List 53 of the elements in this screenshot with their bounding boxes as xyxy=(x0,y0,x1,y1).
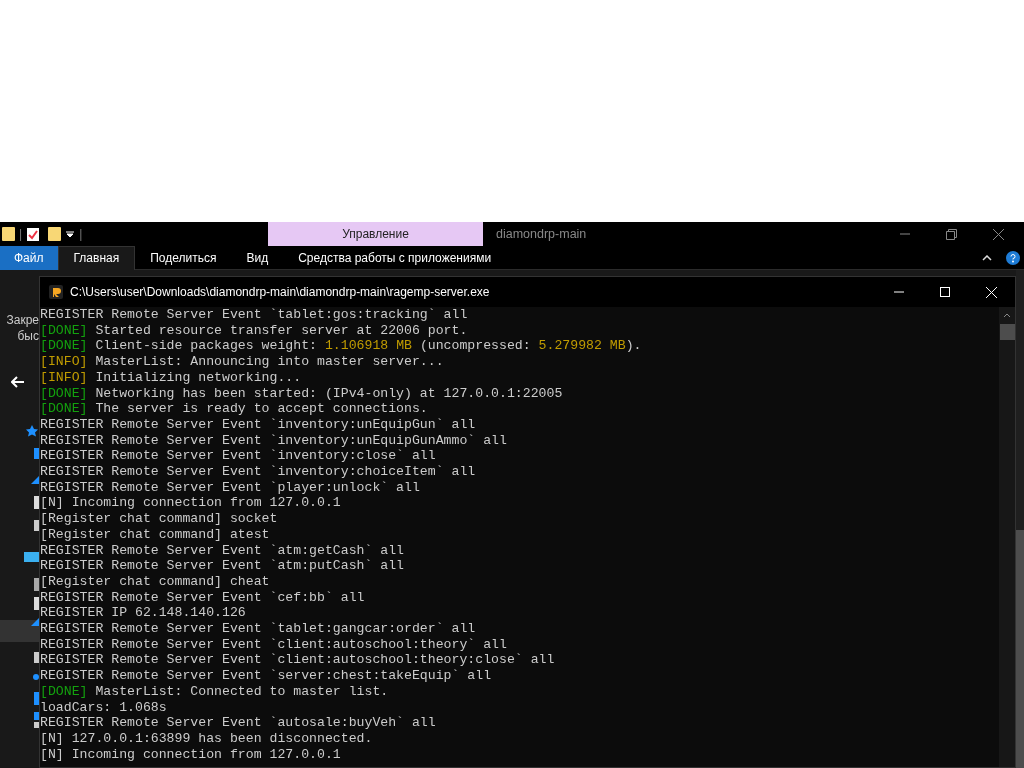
console-line: REGISTER Remote Server Event `player:unlock` all xyxy=(40,479,420,496)
ribbon-tab[interactable]: Вид xyxy=(231,245,284,270)
ribbon-tab[interactable]: Поделиться xyxy=(135,245,232,270)
console-line: [Register chat command] socket xyxy=(40,511,278,527)
restore-icon[interactable] xyxy=(946,228,957,240)
close-icon[interactable] xyxy=(993,228,1004,240)
console-line: [N] 127.0.0.1:63899 has been disconnected. xyxy=(40,731,373,747)
context-tab-header: Управление xyxy=(268,222,483,246)
ribbon-tab[interactable]: Файл xyxy=(0,245,58,270)
checklist-icon[interactable] xyxy=(26,226,41,242)
window-title: C:\Users\user\Downloads\diamondrp-main\diamondrp-main\ragemp-server.exe xyxy=(70,284,491,301)
pin-label[interactable]: быс xyxy=(17,328,39,344)
console-line: [DONE] Client-side packages weight: 1.106918 MB (uncompressed: 5.279982 MB). xyxy=(40,338,642,355)
console-line: [N] Incoming connection from 127.0.0.1 xyxy=(40,746,341,763)
console-line: REGISTER Remote Server Event `inventory:close` all xyxy=(40,448,436,465)
pin-label[interactable]: Закре xyxy=(6,312,39,328)
console-line: REGISTER Remote Server Event `atm:getCash` all xyxy=(40,542,405,559)
console-line: loadCars: 1.068s xyxy=(40,699,167,716)
console-line: [DONE] Networking has been started: (IPv4-only) at 127.0.0.1:22005 xyxy=(40,385,563,402)
collapse-ribbon-icon[interactable] xyxy=(982,254,992,261)
back-arrow-icon[interactable] xyxy=(11,376,25,388)
console-line: [N] Incoming connection from 127.0.0.1 xyxy=(40,495,341,512)
console-line: [Register chat command] cheat xyxy=(40,573,270,590)
console-line: REGISTER Remote Server Event `server:chest:takeEquip` all xyxy=(40,668,492,684)
maximize-icon[interactable] xyxy=(940,287,950,297)
scroll-up-icon[interactable] xyxy=(1003,313,1011,318)
console-line: [INFO] Initializing networking... xyxy=(40,369,302,386)
console-line: REGISTER Remote Server Event `client:autoschool:theory` all xyxy=(40,636,507,653)
console-line: REGISTER Remote Server Event `tablet:gangcar:order` all xyxy=(40,621,476,637)
window-title: diamondrp-main xyxy=(496,225,588,243)
scroll-thumb[interactable] xyxy=(999,324,1015,340)
console-line: [INFO] MasterList: Announcing into master server... xyxy=(40,354,444,370)
console-line: REGISTER Remote Server Event `inventory:choiceItem` all xyxy=(40,464,476,480)
console-line: REGISTER IP 62.148.140.126 xyxy=(40,605,246,622)
separator-glyph: | xyxy=(79,226,83,243)
dropdown-icon[interactable] xyxy=(65,229,76,239)
console-line: [Register chat command] atest xyxy=(40,526,270,543)
console-line: REGISTER Remote Server Event `inventory:unEquipGun` all xyxy=(40,416,476,433)
console-line: REGISTER Remote Server Event `client:autoschool:theory:close` all xyxy=(40,652,555,669)
selected-item-highlight[interactable] xyxy=(0,620,39,642)
console-line: REGISTER Remote Server Event `tablet:gos:tracking` all xyxy=(40,307,468,323)
ribbon-tab[interactable]: Средства работы с приложениями xyxy=(283,245,507,270)
separator-glyph: | xyxy=(19,226,23,243)
console-line: [DONE] MasterList: Connected to master list. xyxy=(40,683,389,700)
console-line: [DONE] Started resource transfer server at 22006 port. xyxy=(40,322,468,339)
console-line: REGISTER Remote Server Event `autosale:buyVeh` all xyxy=(40,715,436,731)
console-line: REGISTER Remote Server Event `inventory:unEquipGunAmmo` all xyxy=(40,432,507,449)
console-line: REGISTER Remote Server Event `atm:putCash` all xyxy=(40,558,405,574)
folder-icon[interactable] xyxy=(48,227,62,241)
help-icon[interactable] xyxy=(1006,250,1020,265)
console-line: REGISTER Remote Server Event `cef:bb` all xyxy=(40,589,365,606)
console-line: [DONE] The server is ready to accept connections. xyxy=(40,401,428,417)
app-icon xyxy=(49,285,63,299)
